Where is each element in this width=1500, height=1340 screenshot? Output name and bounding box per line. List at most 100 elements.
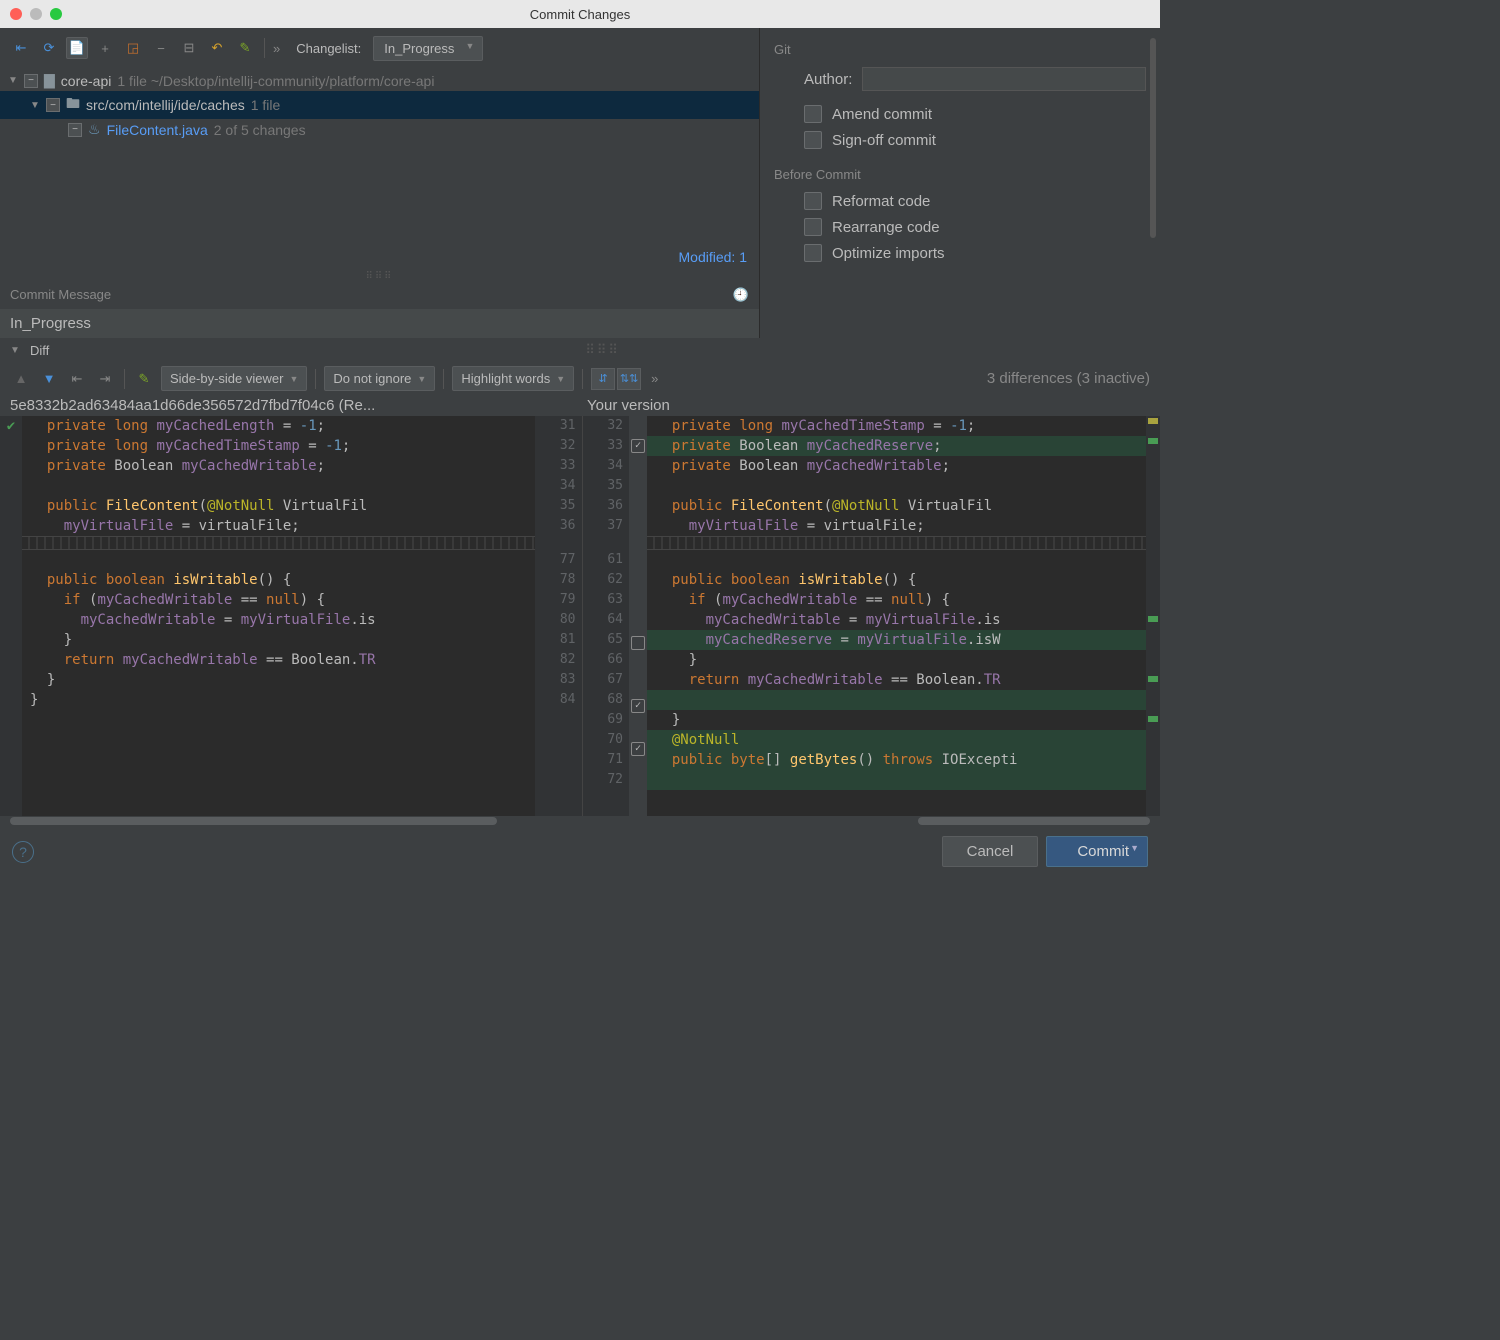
remove-icon[interactable]: −: [150, 37, 172, 59]
resize-grip-icon[interactable]: ⠿⠿⠿: [0, 271, 759, 281]
code-line[interactable]: [22, 476, 535, 496]
checkbox-icon[interactable]: [804, 218, 822, 236]
code-line[interactable]: public boolean isWritable() {: [22, 570, 535, 590]
code-line[interactable]: private long myCachedTimeStamp = -1;: [647, 416, 1160, 436]
checkbox-icon[interactable]: −: [24, 74, 38, 88]
zoom-window-icon[interactable]: [50, 8, 62, 20]
sync-scroll-icon[interactable]: ⇅⇅: [617, 368, 641, 390]
minimap[interactable]: [1146, 416, 1160, 816]
code-line[interactable]: private long myCachedLength = -1;: [22, 416, 535, 436]
ignore-select[interactable]: Do not ignore▼: [324, 366, 435, 391]
commit-button[interactable]: Commit: [1046, 836, 1148, 867]
checkbox-icon[interactable]: [804, 192, 822, 210]
code-line[interactable]: private Boolean myCachedWritable;: [22, 456, 535, 476]
scrollbar[interactable]: [1150, 38, 1156, 238]
tree-module-row[interactable]: ▼ − ▇ core-api 1 file ~/Desktop/intellij…: [0, 70, 759, 91]
code-line[interactable]: public byte[] getBytes() throws IOExcept…: [647, 750, 1160, 770]
checkbox-icon[interactable]: −: [46, 98, 60, 112]
optimize-row[interactable]: Optimize imports: [804, 244, 1146, 262]
code-line[interactable]: myCachedWritable = myVirtualFile.is: [22, 610, 535, 630]
tree-folder-row[interactable]: ▼ − 🖿 src/com/intellij/ide/caches 1 file: [0, 91, 759, 119]
commit-message-input[interactable]: [0, 309, 759, 338]
separator: [124, 369, 125, 389]
code-line[interactable]: [647, 690, 1160, 710]
minimize-window-icon[interactable]: [30, 8, 42, 20]
code-line[interactable]: if (myCachedWritable == null) {: [647, 590, 1160, 610]
expand-icon[interactable]: ⊟: [178, 37, 200, 59]
code-line[interactable]: [647, 550, 1160, 570]
code-line[interactable]: return myCachedWritable == Boolean.TR: [647, 670, 1160, 690]
line-number: 62: [583, 570, 624, 590]
undo-icon[interactable]: ↶: [206, 37, 228, 59]
include-change-checkbox[interactable]: [631, 636, 645, 650]
diff-hscroll[interactable]: [0, 816, 1160, 826]
checkbox-icon[interactable]: −: [68, 123, 82, 137]
code-line[interactable]: }: [22, 630, 535, 650]
tree-folder-name: src/com/intellij/ide/caches: [86, 97, 245, 113]
code-line[interactable]: myCachedWritable = myVirtualFile.is: [647, 610, 1160, 630]
expand-arrow-icon[interactable]: ▼: [30, 100, 40, 111]
line-number: 31: [535, 416, 576, 436]
author-input[interactable]: [862, 67, 1146, 91]
include-change-checkbox[interactable]: ✓: [631, 699, 645, 713]
changelist-select[interactable]: In_Progress: [373, 36, 483, 61]
edit-icon[interactable]: ✎: [133, 368, 155, 390]
code-line[interactable]: if (myCachedWritable == null) {: [22, 590, 535, 610]
collapse-unchanged-icon[interactable]: ⇵: [591, 368, 615, 390]
code-line[interactable]: private long myCachedTimeStamp = -1;: [22, 436, 535, 456]
diff-body: ✔ private long myCachedLength = -1; priv…: [0, 416, 1160, 816]
code-line[interactable]: }: [22, 690, 535, 710]
jump-right-icon[interactable]: ⇥: [94, 368, 116, 390]
code-line[interactable]: myVirtualFile = virtualFile;: [647, 516, 1160, 536]
rollback-icon[interactable]: ◲: [122, 37, 144, 59]
include-change-checkbox[interactable]: ✓: [631, 742, 645, 756]
code-line[interactable]: public boolean isWritable() {: [647, 570, 1160, 590]
code-line[interactable]: @NotNull: [647, 730, 1160, 750]
code-line[interactable]: private Boolean myCachedReserve;: [647, 436, 1160, 456]
more-icon[interactable]: »: [651, 371, 658, 386]
viewer-mode-select[interactable]: Side-by-side viewer▼: [161, 366, 307, 391]
history-icon[interactable]: 🕘: [733, 287, 749, 303]
checkbox-icon[interactable]: [804, 131, 822, 149]
jump-left-icon[interactable]: ⇤: [66, 368, 88, 390]
diff-right-pane[interactable]: private long myCachedTimeStamp = -1; pri…: [647, 416, 1160, 816]
expand-arrow-icon[interactable]: ▼: [8, 75, 18, 86]
code-line[interactable]: }: [22, 670, 535, 690]
code-line[interactable]: [647, 476, 1160, 496]
checkbox-icon[interactable]: [804, 244, 822, 262]
code-line[interactable]: [22, 550, 535, 570]
help-icon[interactable]: ?: [12, 841, 34, 863]
code-line[interactable]: public FileContent(@NotNull VirtualFil: [22, 496, 535, 516]
resize-grip-icon[interactable]: ⠿⠿⠿: [55, 342, 1150, 358]
prev-diff-icon[interactable]: ▲: [10, 368, 32, 390]
checkbox-icon[interactable]: [804, 105, 822, 123]
refresh-icon[interactable]: ⟳: [38, 37, 60, 59]
signoff-commit-row[interactable]: Sign-off commit: [804, 131, 1146, 149]
close-window-icon[interactable]: [10, 8, 22, 20]
rearrange-row[interactable]: Rearrange code: [804, 218, 1146, 236]
code-line[interactable]: [647, 770, 1160, 790]
cancel-button[interactable]: Cancel: [942, 836, 1039, 867]
next-diff-icon[interactable]: ▼: [38, 368, 60, 390]
code-line[interactable]: myVirtualFile = virtualFile;: [22, 516, 535, 536]
group-by-icon[interactable]: 📄: [66, 37, 88, 59]
reformat-row[interactable]: Reformat code: [804, 192, 1146, 210]
code-line[interactable]: }: [647, 650, 1160, 670]
highlight-select[interactable]: Highlight words▼: [452, 366, 574, 391]
diff-left-pane[interactable]: private long myCachedLength = -1; privat…: [22, 416, 535, 816]
code-line[interactable]: private Boolean myCachedWritable;: [647, 456, 1160, 476]
add-icon[interactable]: +: [94, 37, 116, 59]
changes-toolbar: ⇤ ⟳ 📄 + ◲ − ⊟ ↶ ✎ » Changelist: In_Progr…: [0, 28, 759, 68]
code-line[interactable]: public FileContent(@NotNull VirtualFil: [647, 496, 1160, 516]
show-diff-icon[interactable]: ⇤: [10, 37, 32, 59]
include-change-checkbox[interactable]: ✓: [631, 439, 645, 453]
tree-file-row[interactable]: − ♨ FileContent.java 2 of 5 changes: [0, 119, 759, 140]
collapse-arrow-icon[interactable]: ▼: [10, 345, 20, 356]
expand-more-icon[interactable]: »: [273, 41, 280, 56]
gear-icon[interactable]: ✎: [234, 37, 256, 59]
amend-commit-row[interactable]: Amend commit: [804, 105, 1146, 123]
code-line[interactable]: myCachedReserve = myVirtualFile.isW: [647, 630, 1160, 650]
code-line[interactable]: }: [647, 710, 1160, 730]
git-section-header: Git: [774, 42, 1146, 57]
code-line[interactable]: return myCachedWritable == Boolean.TR: [22, 650, 535, 670]
